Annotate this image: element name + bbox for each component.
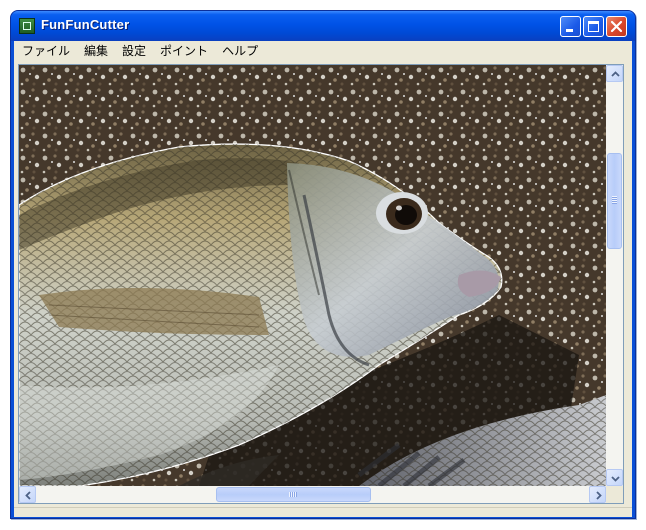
- app-window: FunFunCutter ファイル 編集 設定 ポイント ヘルプ: [10, 10, 636, 519]
- arrow-up-icon: [611, 71, 620, 77]
- status-bar: [14, 507, 632, 517]
- fish-photo: [19, 65, 606, 486]
- grip-icon: [612, 196, 617, 204]
- arrow-down-icon: [611, 476, 620, 482]
- menu-bar: ファイル 編集 設定 ポイント ヘルプ: [14, 41, 632, 62]
- scroll-right-button[interactable]: [589, 486, 606, 503]
- scrollbar-corner: [606, 486, 623, 503]
- client-area: ファイル 編集 設定 ポイント ヘルプ: [14, 41, 632, 517]
- menu-help[interactable]: ヘルプ: [215, 41, 265, 62]
- vertical-scrollbar[interactable]: [606, 65, 623, 486]
- close-button[interactable]: [606, 16, 627, 37]
- title-bar[interactable]: FunFunCutter: [11, 11, 635, 41]
- scroll-left-button[interactable]: [19, 486, 36, 503]
- image-view: [18, 64, 624, 504]
- scroll-down-button[interactable]: [606, 469, 623, 486]
- menu-edit[interactable]: 編集: [77, 41, 115, 62]
- menu-file[interactable]: ファイル: [14, 41, 77, 62]
- app-icon[interactable]: [19, 18, 35, 34]
- maximize-button[interactable]: [583, 16, 604, 37]
- arrow-right-icon: [596, 491, 602, 500]
- minimize-icon: [566, 29, 573, 32]
- minimize-button[interactable]: [560, 16, 581, 37]
- horizontal-scroll-thumb[interactable]: [216, 487, 371, 502]
- arrow-left-icon: [25, 491, 31, 500]
- menu-settings[interactable]: 設定: [115, 41, 153, 62]
- window-title: FunFunCutter: [41, 17, 130, 32]
- menu-point[interactable]: ポイント: [153, 41, 215, 62]
- grip-icon: [289, 492, 297, 497]
- image-canvas[interactable]: [19, 65, 606, 486]
- vertical-scroll-thumb[interactable]: [607, 153, 622, 249]
- close-icon: [610, 20, 623, 33]
- horizontal-scrollbar[interactable]: [19, 486, 606, 503]
- maximize-icon: [588, 21, 599, 32]
- scroll-up-button[interactable]: [606, 65, 623, 82]
